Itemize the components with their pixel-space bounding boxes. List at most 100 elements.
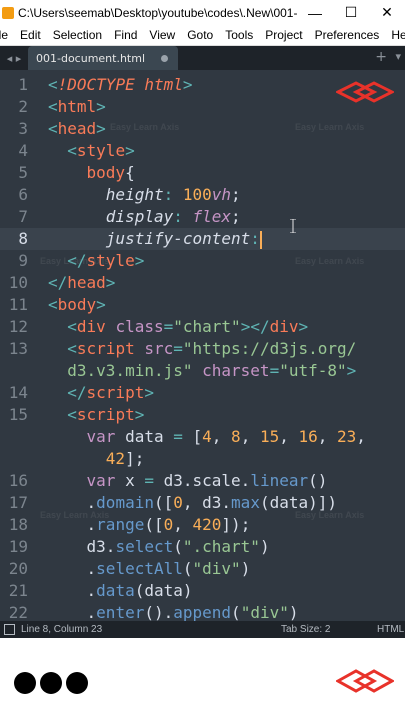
menu-preferences[interactable]: Preferences — [309, 28, 386, 42]
new-tab-plus-icon[interactable]: + — [375, 49, 387, 65]
line-number: 20 — [8, 559, 28, 578]
code-line[interactable]: .enter().append("div") — [48, 602, 299, 621]
code-token: style — [76, 141, 126, 160]
menu-help[interactable]: Help — [385, 28, 405, 42]
line-number: 3 — [18, 119, 28, 138]
code-token: () — [308, 471, 328, 490]
code-token: 23 — [337, 427, 357, 446]
minimize-button[interactable]: — — [297, 0, 333, 25]
text-cursor-icon — [290, 219, 296, 233]
menu-edit[interactable]: Edit — [14, 28, 47, 42]
tab-size-indicator[interactable]: Tab Size: 2 — [281, 624, 377, 635]
code-line[interactable]: </script> — [48, 382, 154, 404]
code-line[interactable]: body{ — [48, 162, 135, 184]
maximize-button[interactable]: ☐ — [333, 0, 369, 25]
code-token: domain — [96, 493, 154, 512]
code-line[interactable]: <html> — [48, 96, 106, 118]
code-line[interactable]: d3.select(".chart") — [48, 536, 270, 558]
code-token: : — [173, 207, 193, 226]
code-token: html — [57, 97, 97, 116]
code-token: . — [48, 515, 97, 534]
code-line[interactable]: </style> — [48, 250, 144, 272]
line-number: 1 — [18, 75, 28, 94]
code-token: = — [173, 339, 183, 358]
code-line[interactable]: 42]; — [48, 448, 145, 470]
code-line[interactable]: <body> — [48, 294, 106, 316]
unsaved-dot-icon[interactable] — [161, 54, 168, 62]
code-token: ([ — [153, 493, 174, 512]
code-token: > — [182, 75, 193, 94]
code-token: > — [134, 251, 145, 270]
code-line[interactable]: var x = d3.scale.linear() — [48, 470, 328, 492]
code-token: </ — [67, 251, 87, 270]
code-token: selectAll — [96, 559, 183, 578]
code-token: : — [250, 229, 260, 248]
tab-001-document[interactable]: 001-document.html — [28, 46, 178, 70]
code-token: 42 — [105, 449, 126, 468]
code-token: 4 — [202, 427, 212, 446]
code-line[interactable]: .domain([0, d3.max(data)]) — [48, 492, 337, 514]
code-token: var — [86, 427, 116, 446]
code-token: src — [134, 339, 174, 358]
code-line[interactable]: <div class="chart"></div> — [48, 316, 308, 338]
cursor-position[interactable]: Line 8, Column 23 — [21, 624, 281, 635]
code-line[interactable]: .selectAll("div") — [48, 558, 251, 580]
code-line[interactable]: <!DOCTYPE html> — [48, 74, 193, 96]
tab-list-chevron-icon[interactable]: ▾ — [395, 50, 401, 63]
watermark-text: Easy Learn Axis — [110, 122, 180, 132]
code-token: justify-content — [105, 229, 251, 248]
code-line[interactable]: var data = [4, 8, 15, 16, 23, — [48, 426, 366, 448]
tab-scroll-arrows[interactable]: ◂ ▸ — [0, 46, 28, 70]
line-number: 10 — [8, 273, 28, 292]
code-line[interactable]: </head> — [48, 272, 115, 294]
code-token: > — [125, 141, 135, 160]
line-number: 13 — [8, 339, 28, 358]
more-dots-icon — [14, 672, 88, 694]
line-number — [0, 426, 28, 448]
code-line[interactable]: d3.v3.min.js" charset="utf-8"> — [48, 360, 356, 382]
code-editor[interactable]: Easy Learn Axis Easy Learn Axis Easy Lea… — [0, 70, 405, 621]
line-number: 21 — [8, 581, 28, 600]
menu-find[interactable]: Find — [108, 28, 143, 42]
code-line[interactable]: <script src="https://d3js.org/ — [48, 338, 356, 360]
code-line[interactable]: height: 100vh; — [48, 184, 241, 206]
menu-project[interactable]: Project — [259, 28, 308, 42]
code-token: ; — [231, 185, 241, 204]
code-token: data — [96, 581, 135, 600]
watermark-text: Easy Learn Axis — [295, 256, 365, 266]
code-line[interactable]: <style> — [48, 140, 135, 162]
code-token: script — [76, 405, 135, 424]
code-token: var — [86, 471, 116, 490]
tab-label: 001-document.html — [36, 51, 146, 65]
status-bar: Line 8, Column 23 Tab Size: 2 HTML — [0, 621, 405, 638]
code-line[interactable]: display: flex; — [48, 206, 241, 228]
code-line[interactable]: <head> — [48, 118, 106, 140]
menu-view[interactable]: View — [143, 28, 181, 42]
menu-selection[interactable]: Selection — [47, 28, 108, 42]
syntax-indicator[interactable]: HTML — [377, 624, 405, 635]
code-token: 100 — [182, 185, 212, 204]
line-number: 15 — [8, 405, 28, 424]
menu-file[interactable]: ile — [0, 28, 14, 42]
code-token: > — [105, 273, 116, 292]
menu-tools[interactable]: Tools — [219, 28, 259, 42]
code-token: ( — [182, 559, 193, 578]
code-line[interactable]: .range([0, 420]); — [48, 514, 251, 536]
code-line[interactable]: <script> — [48, 404, 144, 426]
line-number: 12 — [8, 317, 28, 336]
menu-goto[interactable]: Goto — [181, 28, 219, 42]
code-token: > — [96, 97, 106, 116]
panel-toggle-icon[interactable] — [4, 624, 15, 635]
code-line-active[interactable]: justify-content: — [48, 228, 262, 250]
code-line[interactable]: .data(data) — [48, 580, 193, 602]
code-token: ></ — [240, 317, 270, 336]
code-token: ]); — [221, 515, 251, 534]
code-token: , — [211, 427, 232, 446]
code-token: 16 — [298, 427, 318, 446]
close-button[interactable]: ✕ — [369, 0, 405, 25]
